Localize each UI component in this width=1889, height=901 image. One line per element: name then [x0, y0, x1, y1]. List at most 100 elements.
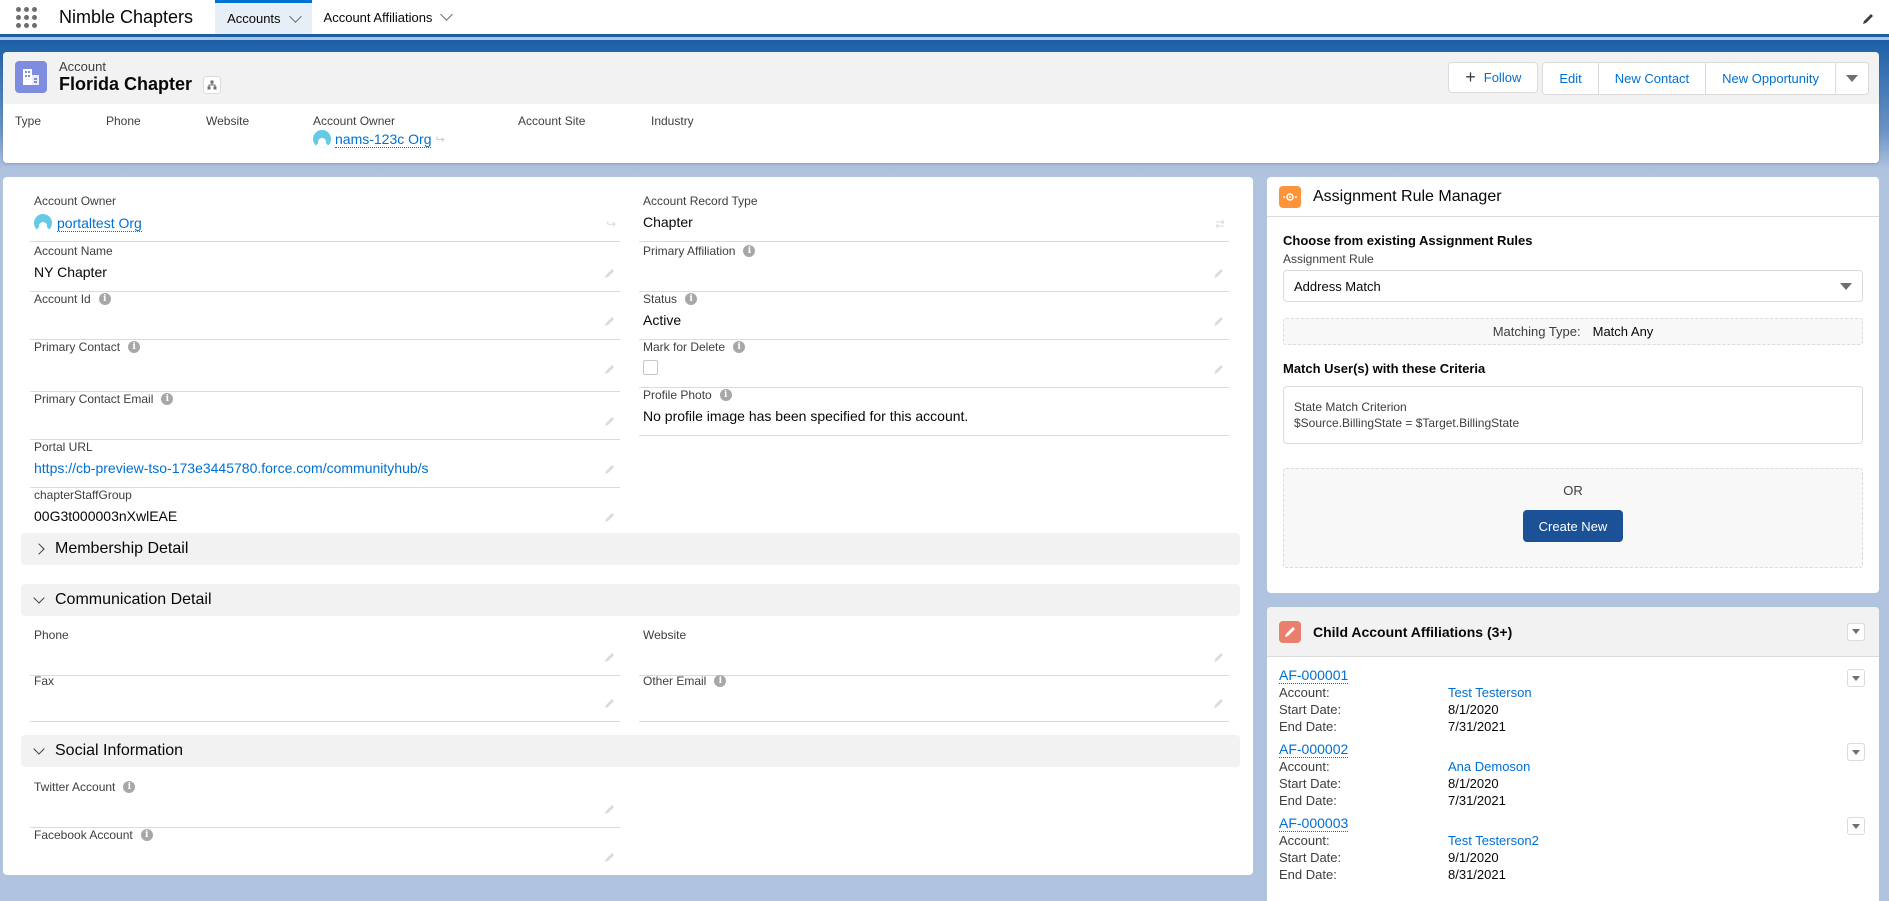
field-portal-url: Portal URL https://cb-preview-tso-173e34… — [30, 440, 620, 488]
edit-pencil-icon[interactable] — [1213, 697, 1225, 712]
edit-pencil-icon[interactable] — [604, 315, 616, 330]
app-name: Nimble Chapters — [59, 6, 194, 27]
choose-rules-heading: Choose from existing Assignment Rules — [1283, 233, 1533, 248]
edit-nav-pencil-icon[interactable] — [1861, 12, 1875, 29]
record-actions: + Follow Edit New Contact New Opportunit… — [1448, 62, 1869, 95]
hierarchy-icon[interactable] — [203, 76, 221, 94]
info-icon[interactable]: i — [161, 393, 174, 405]
card-title: Assignment Rule Manager — [1313, 187, 1502, 205]
field-value: No profile image has been specified for … — [643, 408, 969, 424]
account-owner-value[interactable]: portaltest Org — [57, 215, 142, 232]
start-date-value: 9/1/2020 — [1448, 850, 1499, 865]
field-label: Account Owner — [34, 194, 117, 208]
edit-pencil-icon[interactable] — [1213, 363, 1225, 378]
change-owner-icon[interactable]: ↪ — [435, 133, 444, 146]
field-primary-contact-email: Primary Contact Email i — [30, 392, 620, 440]
change-owner-icon[interactable]: ↪ — [606, 217, 616, 231]
row-menu-button[interactable] — [1847, 669, 1865, 687]
section-membership-detail[interactable]: Membership Detail — [21, 533, 1240, 565]
field-account-record-type: Account Record Type Chapter ⇄ — [639, 194, 1229, 242]
info-icon[interactable]: i — [98, 293, 111, 305]
edit-pencil-icon[interactable] — [604, 463, 616, 478]
end-date-label: End Date: — [1279, 867, 1337, 882]
affiliation-link[interactable]: AF-000002 — [1279, 741, 1349, 758]
tab-label: Account Affiliations — [323, 9, 433, 25]
caret-down-icon — [1840, 282, 1852, 290]
edit-pencil-icon[interactable] — [1213, 315, 1225, 330]
follow-button[interactable]: + Follow — [1448, 62, 1539, 93]
info-icon[interactable]: i — [714, 675, 727, 687]
chevron-right-icon — [33, 543, 45, 555]
highlight-field-phone: Phone — [106, 114, 141, 128]
account-link[interactable]: Test Testerson2 — [1448, 832, 1539, 849]
field-account-name: Account Name NY Chapter — [30, 244, 620, 292]
affiliation-link[interactable]: AF-000003 — [1279, 815, 1349, 832]
edit-pencil-icon[interactable] — [1213, 651, 1225, 666]
field-label: Industry — [651, 114, 694, 128]
account-label: Account: — [1279, 759, 1330, 774]
new-contact-button[interactable]: New Contact — [1598, 63, 1707, 94]
info-icon[interactable]: i — [743, 245, 756, 257]
info-icon[interactable]: i — [128, 341, 141, 353]
section-communication-detail[interactable]: Communication Detail — [21, 584, 1240, 616]
more-actions-button[interactable] — [1836, 63, 1868, 94]
chevron-down-icon[interactable] — [440, 8, 454, 21]
edit-pencil-icon[interactable] — [604, 697, 616, 712]
edit-pencil-icon[interactable] — [1213, 267, 1225, 282]
app-launcher-icon[interactable] — [13, 4, 39, 30]
info-icon[interactable]: i — [140, 829, 153, 841]
field-label: Twitter Account — [34, 780, 116, 794]
caret-down-icon — [1852, 823, 1860, 829]
field-value: NY Chapter — [34, 264, 107, 280]
section-title: Membership Detail — [55, 540, 189, 557]
record-name: Florida Chapter — [59, 74, 193, 94]
account-link[interactable]: Test Testerson — [1448, 684, 1532, 701]
affiliation-link[interactable]: AF-000001 — [1279, 667, 1349, 684]
portal-url-link[interactable]: https://cb-preview-tso-173e3445780.force… — [34, 460, 429, 476]
user-avatar-icon — [313, 130, 331, 148]
edit-pencil-icon[interactable] — [604, 267, 616, 282]
account-owner-link[interactable]: nams-123c Org — [335, 131, 432, 148]
field-value: 00G3t000003nXwlEAE — [34, 508, 178, 524]
tab-accounts[interactable]: Accounts — [215, 0, 312, 34]
start-date-value: 8/1/2020 — [1448, 702, 1499, 717]
chevron-down-icon[interactable] — [288, 9, 302, 23]
info-icon[interactable]: i — [719, 389, 732, 401]
row-menu-button[interactable] — [1847, 743, 1865, 761]
action-button-group: Edit New Contact New Opportunity — [1542, 62, 1869, 95]
record-details-card: Account Owner portaltest Org ↪ Account N… — [3, 177, 1253, 875]
edit-pencil-icon[interactable] — [604, 511, 616, 526]
field-label: Website — [206, 114, 250, 128]
field-value: Active — [643, 312, 682, 328]
field-account-id: Account Id i — [30, 292, 620, 340]
tab-account-affiliations[interactable]: Account Affiliations — [312, 0, 464, 34]
card-title[interactable]: Child Account Affiliations (3+) — [1313, 624, 1512, 640]
edit-pencil-icon[interactable] — [604, 803, 616, 818]
edit-pencil-icon[interactable] — [604, 651, 616, 666]
info-icon[interactable]: i — [685, 293, 698, 305]
edit-pencil-icon[interactable] — [604, 415, 616, 430]
object-type-label: Account — [59, 59, 106, 74]
field-label: Account Name — [34, 244, 113, 258]
section-social-information[interactable]: Social Information — [21, 735, 1240, 767]
tab-label: Accounts — [227, 11, 281, 26]
info-icon[interactable]: i — [123, 781, 136, 793]
create-new-button[interactable]: Create New — [1522, 510, 1624, 542]
highlight-field-website: Website — [206, 114, 249, 128]
mark-for-delete-checkbox[interactable] — [643, 360, 658, 375]
field-label: Profile Photo — [643, 388, 712, 402]
account-link[interactable]: Ana Demoson — [1448, 758, 1530, 775]
row-menu-button[interactable] — [1847, 817, 1865, 835]
new-opportunity-button[interactable]: New Opportunity — [1706, 63, 1836, 94]
field-twitter-account: Twitter Account i — [30, 780, 620, 828]
highlight-field-industry: Industry — [651, 114, 694, 128]
edit-pencil-icon[interactable] — [604, 363, 616, 378]
card-menu-button[interactable] — [1847, 622, 1865, 641]
chevron-down-icon — [33, 592, 45, 604]
info-icon[interactable]: i — [733, 341, 746, 353]
field-mark-for-delete: Mark for Delete i — [639, 340, 1229, 388]
assignment-rule-select[interactable]: Address Match — [1283, 270, 1863, 302]
change-record-type-icon[interactable]: ⇄ — [1215, 217, 1225, 231]
edit-button[interactable]: Edit — [1543, 63, 1599, 94]
edit-pencil-icon[interactable] — [604, 851, 616, 866]
